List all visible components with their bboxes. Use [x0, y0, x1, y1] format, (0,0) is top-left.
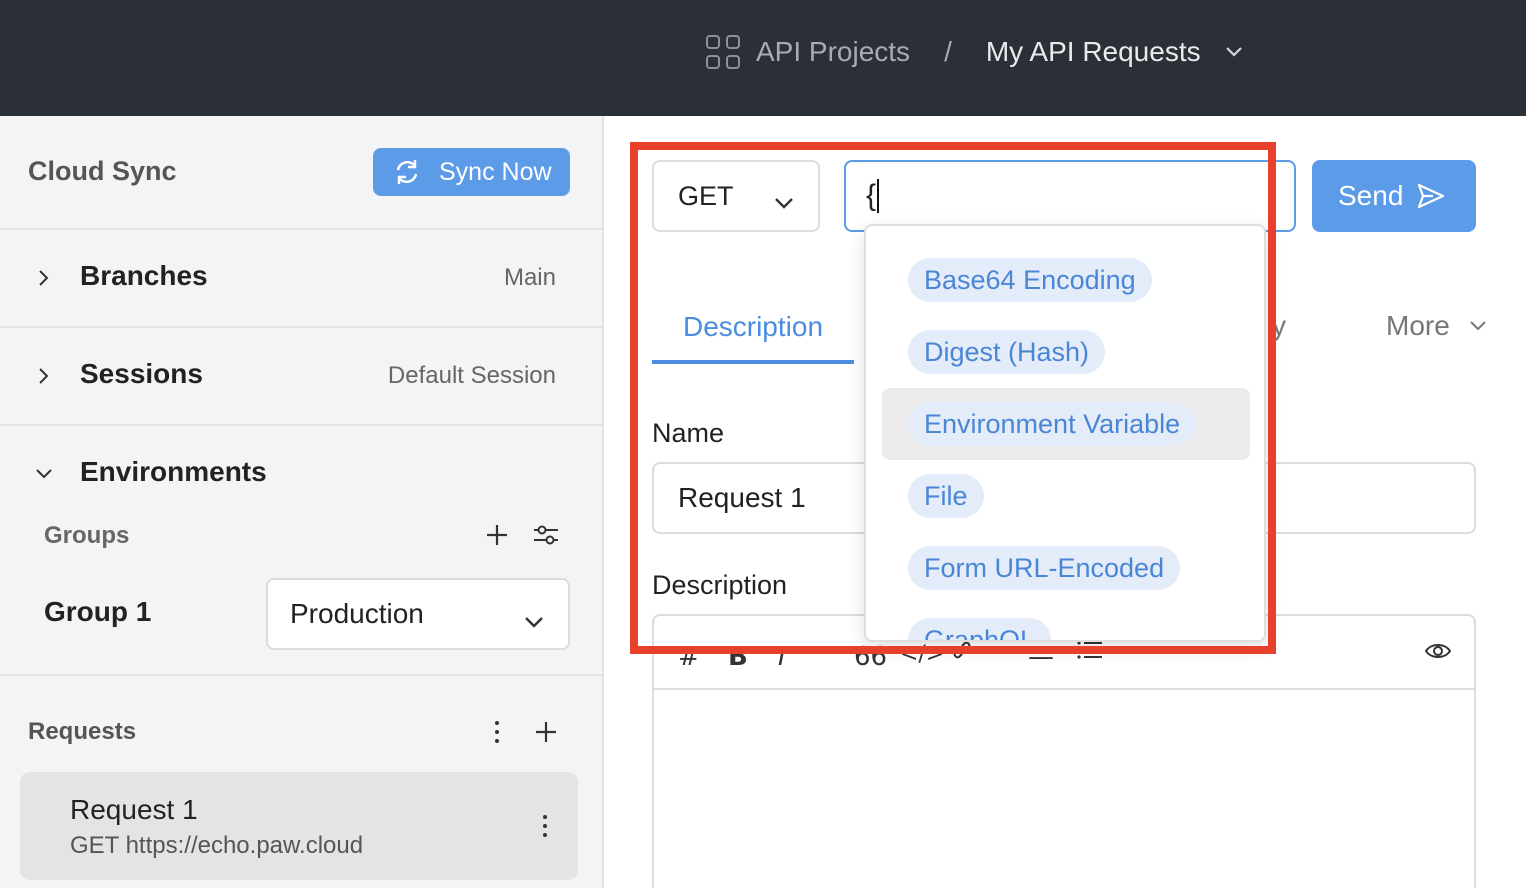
method-select[interactable]: GET: [652, 160, 820, 232]
chevron-down-icon[interactable]: [1223, 41, 1245, 63]
dropdown-item-environment-variable[interactable]: Environment Variable: [882, 388, 1250, 460]
text-cursor: [877, 179, 880, 213]
request-menu-icon[interactable]: [540, 812, 550, 840]
groups-label: Groups: [44, 522, 130, 549]
code-icon[interactable]: </>: [900, 642, 944, 667]
sidebar-item-sessions[interactable]: Sessions Default Session: [0, 328, 602, 426]
list-icon[interactable]: [1076, 638, 1104, 669]
heading-icon[interactable]: #: [678, 642, 700, 672]
add-request-icon[interactable]: [533, 719, 559, 745]
chevron-down-icon: [774, 186, 794, 217]
breadcrumb-projects-link[interactable]: API Projects: [756, 36, 910, 68]
description-editor[interactable]: # B I 66 </> —: [652, 614, 1476, 888]
send-icon: [1417, 183, 1445, 209]
chip-label: Form URL-Encoded: [908, 546, 1181, 590]
chevron-down-icon[interactable]: [34, 464, 54, 484]
send-label: Send: [1338, 180, 1404, 211]
chevron-right-icon: [34, 268, 54, 288]
dropdown-item-base64-encoding[interactable]: Base64 Encoding: [882, 244, 1250, 316]
name-label: Name: [652, 418, 725, 448]
tab-partially-hidden[interactable]: y: [1272, 310, 1286, 342]
sync-icon: [393, 158, 421, 186]
environment-select[interactable]: Production: [266, 578, 570, 650]
cloud-sync-title: Cloud Sync: [28, 156, 177, 186]
tab-description[interactable]: Description: [652, 294, 854, 364]
link-icon[interactable]: [950, 638, 974, 669]
chip-label: Digest (Hash): [908, 330, 1106, 374]
list-item[interactable]: Request 1 GET https://echo.paw.cloud: [20, 772, 578, 880]
request-name: Request 1: [70, 794, 198, 825]
chevron-down-icon: [524, 604, 544, 636]
dropdown-item-graphql[interactable]: GraphQL: [882, 604, 1250, 640]
sync-now-button[interactable]: Sync Now: [373, 148, 570, 196]
tab-more-label: More: [1386, 310, 1450, 341]
bold-icon[interactable]: B: [728, 642, 748, 672]
branches-value: Main: [503, 264, 556, 291]
environments-label[interactable]: Environments: [80, 456, 267, 488]
chip-label: GraphQL: [908, 618, 1052, 640]
dropdown-item-form-url-encoded[interactable]: Form URL-Encoded: [882, 532, 1250, 604]
tab-more[interactable]: More: [1386, 310, 1486, 342]
chevron-right-icon: [34, 366, 54, 386]
name-field-value: Request 1: [678, 482, 806, 513]
chip-label: Environment Variable: [908, 402, 1197, 446]
breadcrumb-current-project[interactable]: My API Requests: [986, 36, 1201, 68]
url-input-value: {: [866, 179, 877, 212]
environments-section: Environments Groups Group 1 Production: [0, 426, 602, 676]
branches-label: Branches: [80, 260, 208, 291]
dropdown-item-digest-hash[interactable]: Digest (Hash): [882, 316, 1250, 388]
group-name: Group 1: [44, 596, 152, 627]
breadcrumb-separator: /: [944, 36, 952, 67]
sessions-value: Default Session: [387, 362, 556, 389]
italic-icon[interactable]: I: [778, 642, 786, 672]
breadcrumb: API Projects / My API Requests: [706, 30, 1245, 74]
request-method-url: GET https://echo.paw.cloud: [70, 832, 364, 859]
chip-label: Base64 Encoding: [908, 258, 1152, 302]
requests-menu-icon[interactable]: [492, 718, 502, 746]
dynamic-values-dropdown: Base64 Encoding Digest (Hash) Environmen…: [864, 224, 1266, 642]
divider-icon[interactable]: —: [1028, 642, 1054, 672]
grid-icon[interactable]: [706, 35, 740, 69]
method-value: GET: [678, 180, 734, 211]
sidebar: Cloud Sync Sync Now Branches Main Sessio…: [0, 116, 604, 888]
chip-label: File: [908, 474, 984, 518]
send-button[interactable]: Send: [1312, 160, 1476, 232]
description-label: Description: [652, 570, 788, 600]
chevron-down-icon: [1470, 321, 1486, 331]
top-bar: API Projects / My API Requests: [0, 0, 1526, 116]
filter-settings-icon[interactable]: [532, 521, 560, 549]
preview-eye-icon[interactable]: [1424, 640, 1452, 667]
sidebar-item-branches[interactable]: Branches Main: [0, 230, 602, 328]
sync-now-label: Sync Now: [439, 157, 552, 186]
environment-select-value: Production: [290, 598, 424, 629]
sessions-label: Sessions: [80, 358, 203, 389]
quote-icon[interactable]: 66: [854, 642, 887, 672]
cloud-sync-header: Cloud Sync Sync Now: [0, 116, 602, 230]
add-group-icon[interactable]: [484, 522, 510, 548]
requests-label: Requests: [28, 718, 137, 745]
dropdown-item-file[interactable]: File: [882, 460, 1250, 532]
url-input[interactable]: {: [844, 160, 1296, 232]
